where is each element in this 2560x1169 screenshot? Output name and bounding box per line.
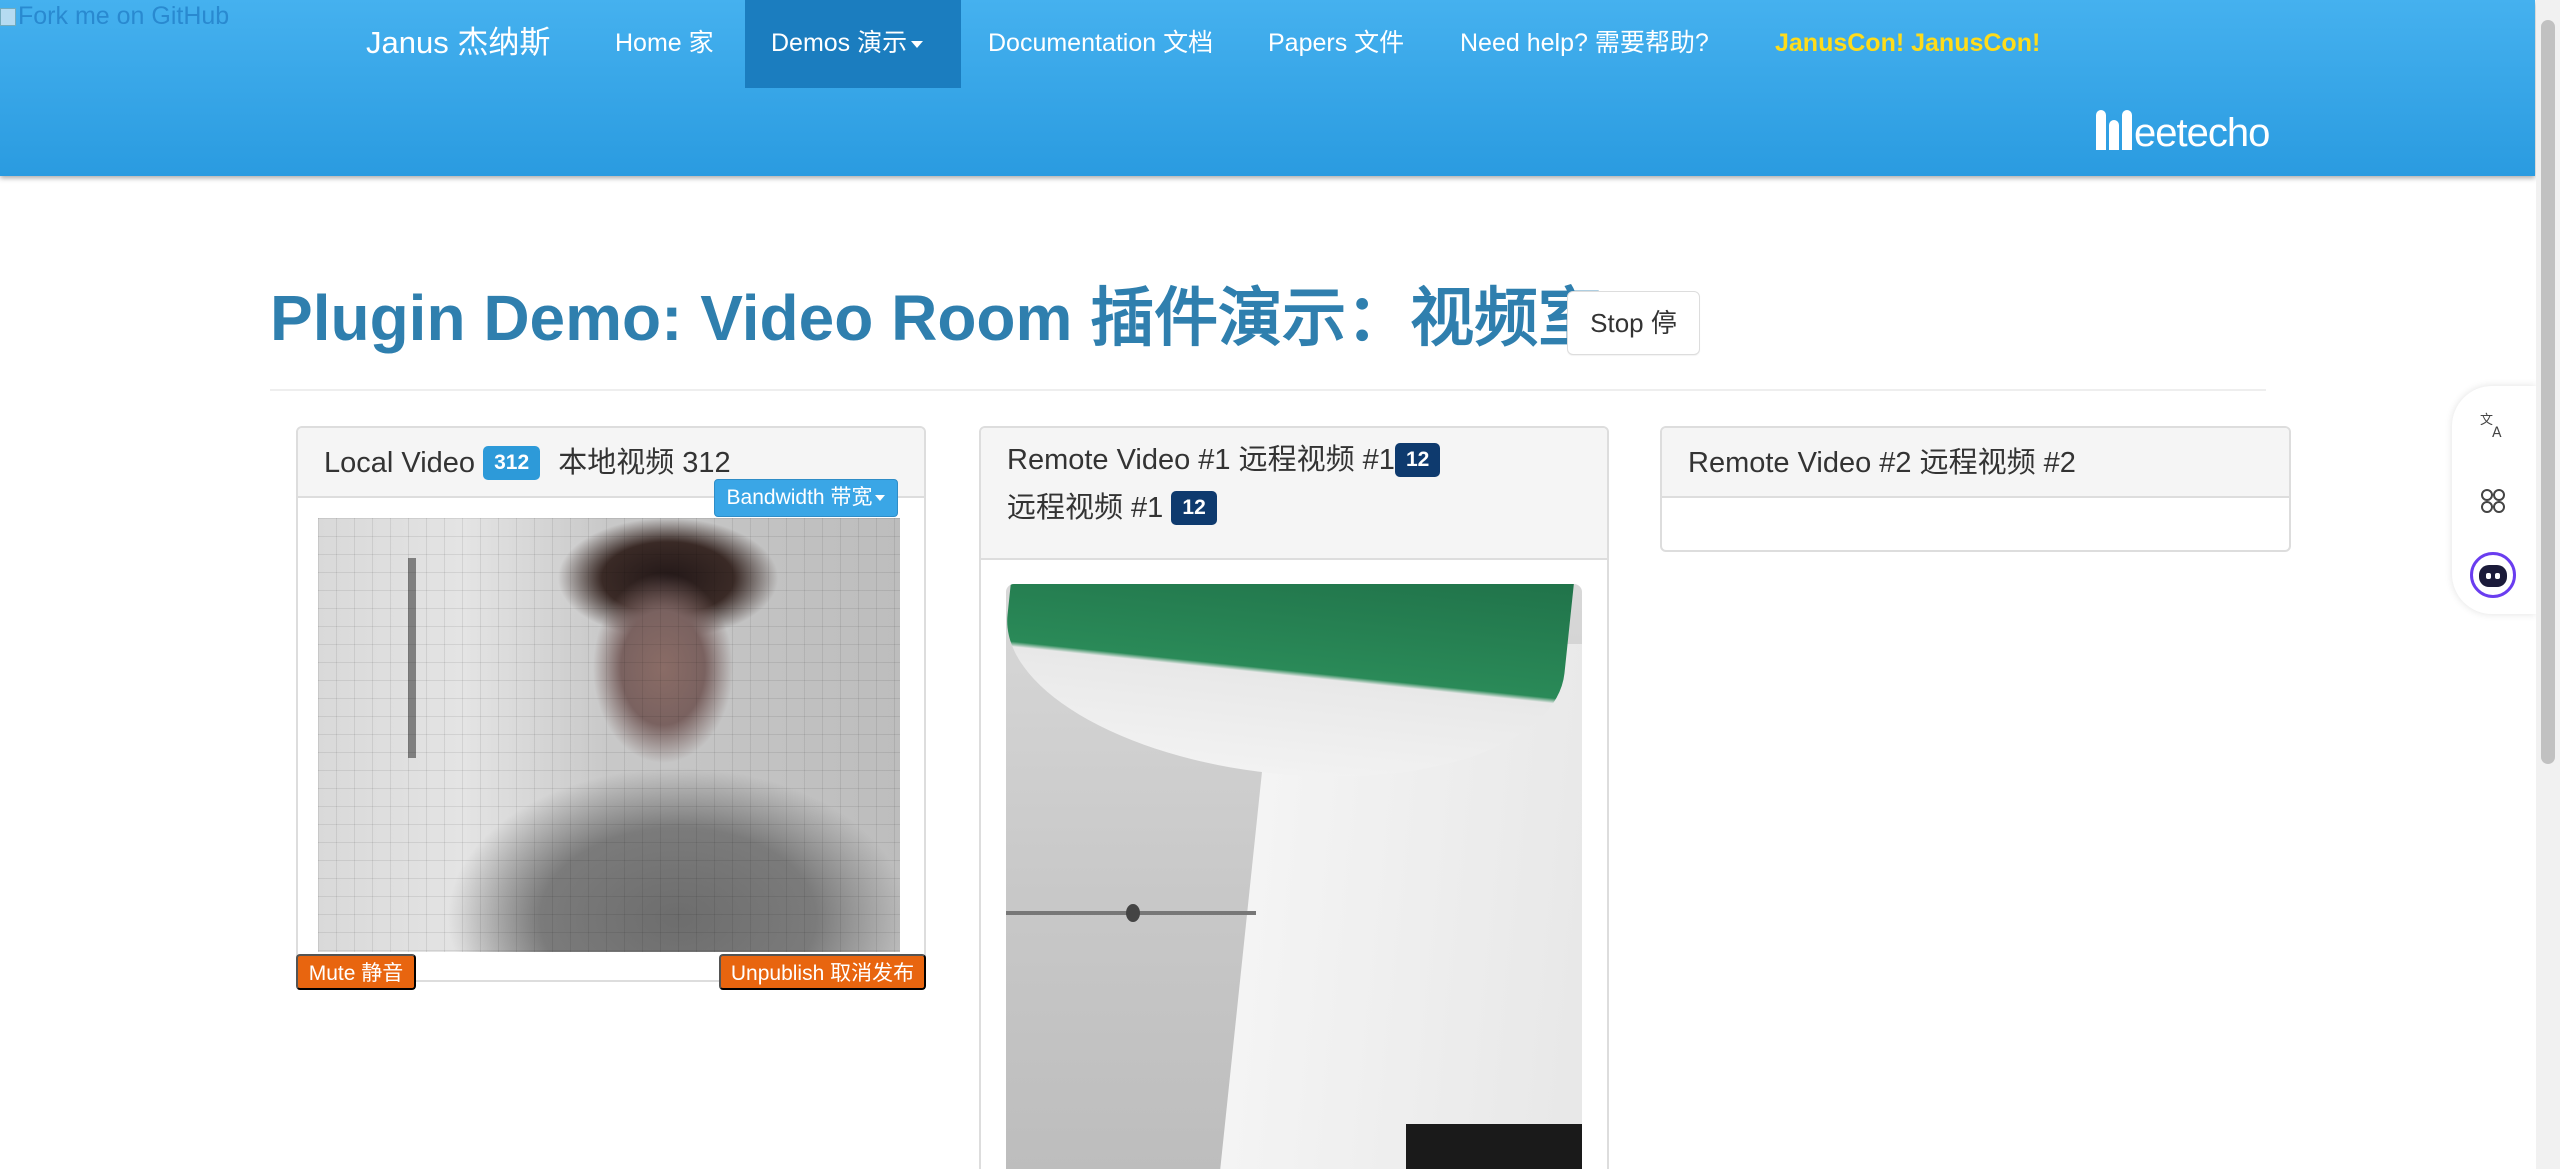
local-video-title: Local Video [324,447,476,479]
nav-item-home[interactable]: Home 家 [589,0,740,88]
remote-1-id-badge: 12 [1394,443,1441,477]
ai-assistant-icon[interactable] [2470,552,2516,598]
bandwidth-dropdown[interactable]: Bandwidth 带宽 [714,479,898,517]
remote-video-1-heading: Remote Video #1 远程视频 #1 12 远程视频 #1 12 [981,428,1607,560]
local-video-subtitle: 本地视频 312 [558,447,731,479]
mute-button[interactable]: Mute 静音 [296,954,416,990]
meetecho-m-icon [2096,106,2132,150]
nav-item-demos[interactable]: Demos 演示 [745,0,961,88]
remote-video-1-stream [1006,584,1582,1169]
fork-me-alt-text: Fork me on GitHub [18,2,230,30]
unpublish-button[interactable]: Unpublish 取消发布 [719,954,926,990]
nav-papers-label: Papers 文件 [1268,29,1405,57]
chevron-down-icon [911,40,924,48]
remote-video-1-title-row: Remote Video #1 远程视频 #1 12 [1007,436,1581,484]
floating-side-toolbar: 文 A [2452,386,2536,614]
stop-button[interactable]: Stop 停 [1567,291,1700,355]
local-video-stream [318,518,900,952]
nav-item-papers[interactable]: Papers 文件 [1242,0,1430,88]
apps-icon[interactable] [2470,476,2516,522]
chevron-down-icon [875,495,886,502]
nav-item-januscon[interactable]: JanusCon! JanusCon! [1749,0,2066,88]
broken-image-icon [0,8,16,27]
nav-documentation-label: Documentation 文档 [988,29,1214,57]
nav-demos-label: Demos 演示 [771,29,908,57]
remote-video-1-subtitle: 远程视频 #1 [1007,492,1164,524]
bandwidth-label: Bandwidth 带宽 [726,486,873,509]
nav-need-help-label: Need help? 需要帮助? [1460,29,1709,57]
top-navbar: Fork me on GitHub Janus 杰纳斯 Home 家 Demos… [0,0,2535,176]
remote-video-1-title: Remote Video #1 远程视频 #1 [1007,444,1395,476]
fork-me-on-github-image[interactable]: Fork me on GitHub [0,2,240,32]
remote-video-2-panel: Remote Video #2 远程视频 #2 [1660,426,2291,552]
nav-item-need-help[interactable]: Need help? 需要帮助? [1434,0,1735,88]
meetecho-logo[interactable]: eetecho [2096,106,2270,158]
remote-video-2-heading: Remote Video #2 远程视频 #2 [1662,428,2289,498]
remote-video-1-second-row: 远程视频 #1 12 [1007,484,1581,532]
brand-link[interactable]: Janus 杰纳斯 [366,0,550,88]
nav-januscon-label: JanusCon! JanusCon! [1775,29,2041,57]
header-divider [270,389,2266,391]
scrollbar-thumb[interactable] [2541,20,2555,764]
nav-home-label: Home 家 [615,29,714,57]
remote-1-id-badge-2: 12 [1171,491,1217,525]
nav-item-documentation[interactable]: Documentation 文档 [962,0,1239,88]
svg-text:A: A [2492,425,2502,440]
page-title: Plugin Demo: Video Room 插件演示：视频室 [270,282,1603,354]
remote-video-2-title: Remote Video #2 远程视频 #2 [1688,447,2076,479]
local-id-badge: 312 [483,446,541,480]
translate-icon[interactable]: 文 A [2470,400,2516,446]
meetecho-logo-text: eetecho [2134,111,2270,155]
